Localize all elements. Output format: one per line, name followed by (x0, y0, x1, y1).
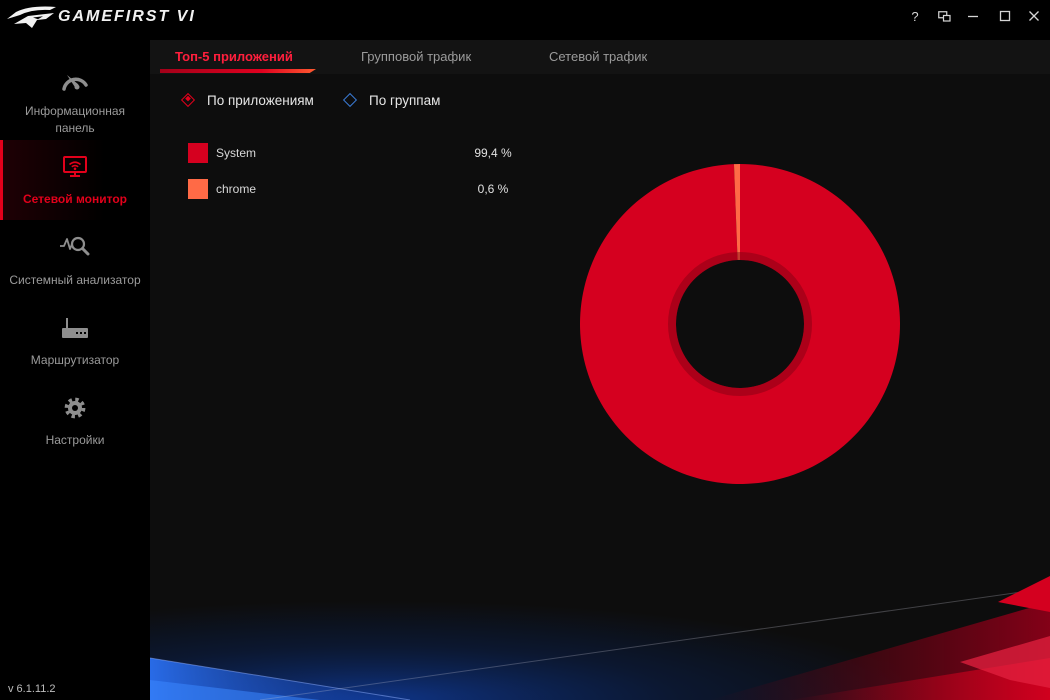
legend-value: 0,6 % (477, 182, 509, 196)
maximize-icon[interactable] (999, 10, 1011, 22)
legend-label: chrome (216, 182, 257, 196)
maximize-button[interactable] (992, 4, 1018, 28)
network-monitor-icon (63, 156, 87, 177)
legend-swatch (188, 179, 208, 199)
mini-mode-button[interactable] (931, 4, 957, 28)
sidebar-item-label: Информационная панель (24, 104, 126, 135)
minimize-button[interactable] (960, 4, 986, 28)
title-bar: GAMEFIRST VI ? (0, 0, 1050, 40)
radio-by-apps[interactable]: По приложениям (180, 91, 314, 109)
legend-value: 99,4 % (474, 146, 512, 160)
minimize-icon[interactable] (967, 10, 979, 22)
help-button[interactable]: ? (902, 4, 928, 28)
sidebar-item-label: Настройки (45, 433, 105, 447)
radio-label: По приложениям (207, 92, 314, 108)
tab-network-traffic[interactable]: Сетевой трафик (549, 40, 647, 74)
legend-item: System 99,4 % (188, 143, 548, 163)
donut-inner-shadow (668, 252, 812, 396)
app-version: v 6.1.11.2 (8, 683, 56, 695)
legend-label: System (216, 146, 257, 160)
sidebar-item-label: Сетевой монитор (22, 192, 128, 206)
sidebar-item-network-monitor[interactable]: Сетевой монитор (0, 140, 150, 220)
sidebar: Информационная панель Сетевой монитор Си… (0, 40, 150, 700)
rog-eye-logo (7, 6, 56, 28)
sidebar-item-settings[interactable]: Настройки (0, 382, 150, 462)
dashboard-gauge-icon (62, 75, 88, 91)
sidebar-item-router[interactable]: Маршрутизатор (0, 302, 150, 382)
router-icon (62, 318, 88, 338)
sidebar-item-label: Маршрутизатор (30, 353, 120, 367)
legend-swatch (188, 143, 208, 163)
background-decoration (150, 540, 1050, 700)
sidebar-item-label: Системный анализатор (9, 273, 141, 287)
traffic-donut-chart (580, 164, 900, 484)
radio-by-groups[interactable]: По группам (342, 91, 441, 109)
main-panel: Топ-5 приложений Групповой трафик Сетево… (150, 40, 1050, 700)
system-analyzer-icon (60, 236, 90, 256)
settings-gear-icon (64, 397, 86, 419)
app-title: GAMEFIRST VI (58, 8, 196, 25)
radio-indicator[interactable] (342, 92, 358, 108)
tab-group-traffic[interactable]: Групповой трафик (361, 40, 471, 74)
radio-indicator[interactable] (180, 92, 196, 108)
radio-label: По группам (369, 92, 441, 108)
close-button[interactable] (1021, 4, 1047, 28)
mini-mode-icon[interactable] (937, 10, 951, 22)
close-icon[interactable] (1028, 10, 1040, 22)
legend-item: chrome 0,6 % (188, 179, 548, 199)
sidebar-item-system-analyzer[interactable]: Системный анализатор (0, 222, 150, 302)
active-tab-indicator (160, 69, 316, 73)
tab-top5-apps[interactable]: Топ-5 приложений (175, 40, 293, 74)
tab-bar: Топ-5 приложений Групповой трафик Сетево… (150, 40, 1050, 74)
sidebar-item-dashboard[interactable]: Информационная панель (0, 60, 150, 140)
